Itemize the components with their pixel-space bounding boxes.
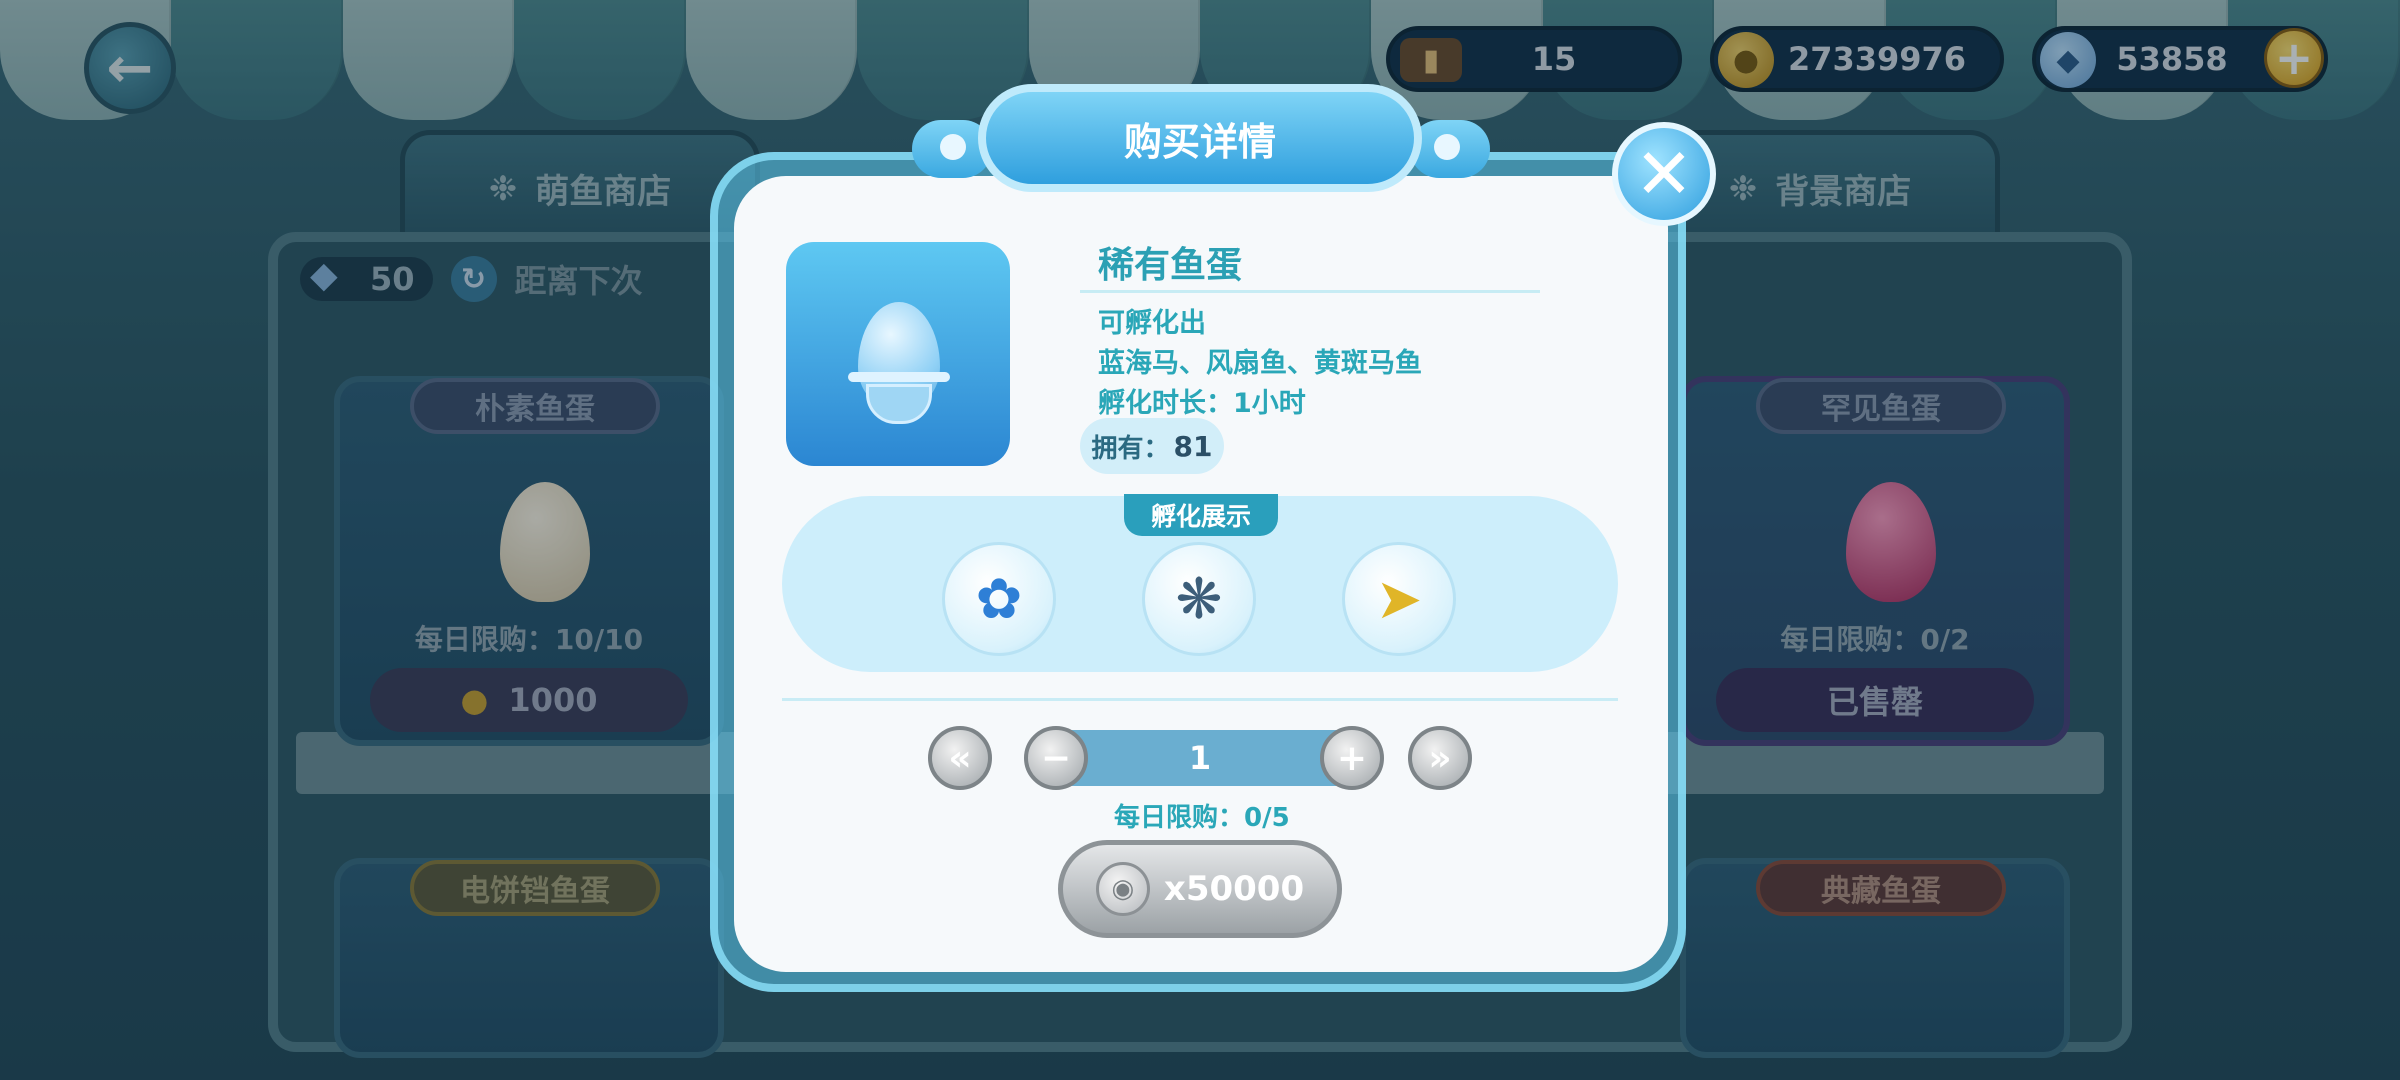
close-icon: ✕ bbox=[1634, 133, 1694, 215]
hatch-label: 可孵化出 bbox=[1098, 308, 1206, 339]
max-quantity-button[interactable]: » bbox=[1408, 726, 1472, 790]
buy-price: x50000 bbox=[1163, 869, 1305, 909]
close-button[interactable]: ✕ bbox=[1612, 122, 1716, 226]
minus-icon: − bbox=[1040, 737, 1072, 779]
showcase-label-text: 孵化展示 bbox=[1150, 502, 1251, 531]
fish-icon: ➤ bbox=[1375, 566, 1423, 632]
owned-label: 拥有： bbox=[1091, 433, 1170, 464]
hatch-duration: 孵化时长：1小时 bbox=[1098, 388, 1306, 419]
daily-limit-text: 每日限购：0/5 bbox=[1114, 803, 1290, 833]
fan-fish-preview[interactable]: ❋ bbox=[1142, 542, 1256, 656]
fan-icon: ❋ bbox=[1175, 566, 1223, 632]
coin-icon: ◉ bbox=[1095, 862, 1150, 916]
item-name: 稀有鱼蛋 bbox=[1098, 245, 1243, 286]
double-chevron-right-icon: » bbox=[1428, 737, 1452, 779]
divider bbox=[782, 698, 1618, 701]
seahorse-icon: ✿ bbox=[975, 566, 1023, 632]
seahorse-preview[interactable]: ✿ bbox=[942, 542, 1056, 656]
showcase-label: 孵化展示 bbox=[1124, 494, 1278, 536]
plus-icon: + bbox=[1336, 737, 1368, 779]
modal-title-text: 购买详情 bbox=[1123, 119, 1276, 164]
double-chevron-left-icon: « bbox=[948, 737, 972, 779]
egg-band bbox=[848, 372, 950, 382]
quantity-value: 1 bbox=[1188, 739, 1212, 777]
quantity-display: 1 bbox=[1050, 730, 1350, 786]
zebra-fish-preview[interactable]: ➤ bbox=[1342, 542, 1456, 656]
buy-button[interactable]: ◉ x50000 bbox=[1058, 840, 1342, 938]
divider bbox=[1080, 290, 1540, 293]
min-quantity-button[interactable]: « bbox=[928, 726, 992, 790]
owned-count: 81 bbox=[1173, 429, 1213, 463]
title-bead bbox=[940, 134, 966, 160]
item-image bbox=[786, 242, 1010, 466]
modal-title: 购买详情 bbox=[978, 84, 1422, 192]
owned-count-badge: 拥有： 81 bbox=[1080, 418, 1224, 474]
decrease-quantity-button[interactable]: − bbox=[1024, 726, 1088, 790]
increase-quantity-button[interactable]: + bbox=[1320, 726, 1384, 790]
title-bead bbox=[1434, 134, 1460, 160]
egg-stand bbox=[866, 384, 932, 424]
hatch-fish-list: 蓝海马、风扇鱼、黄斑马鱼 bbox=[1098, 348, 1422, 379]
